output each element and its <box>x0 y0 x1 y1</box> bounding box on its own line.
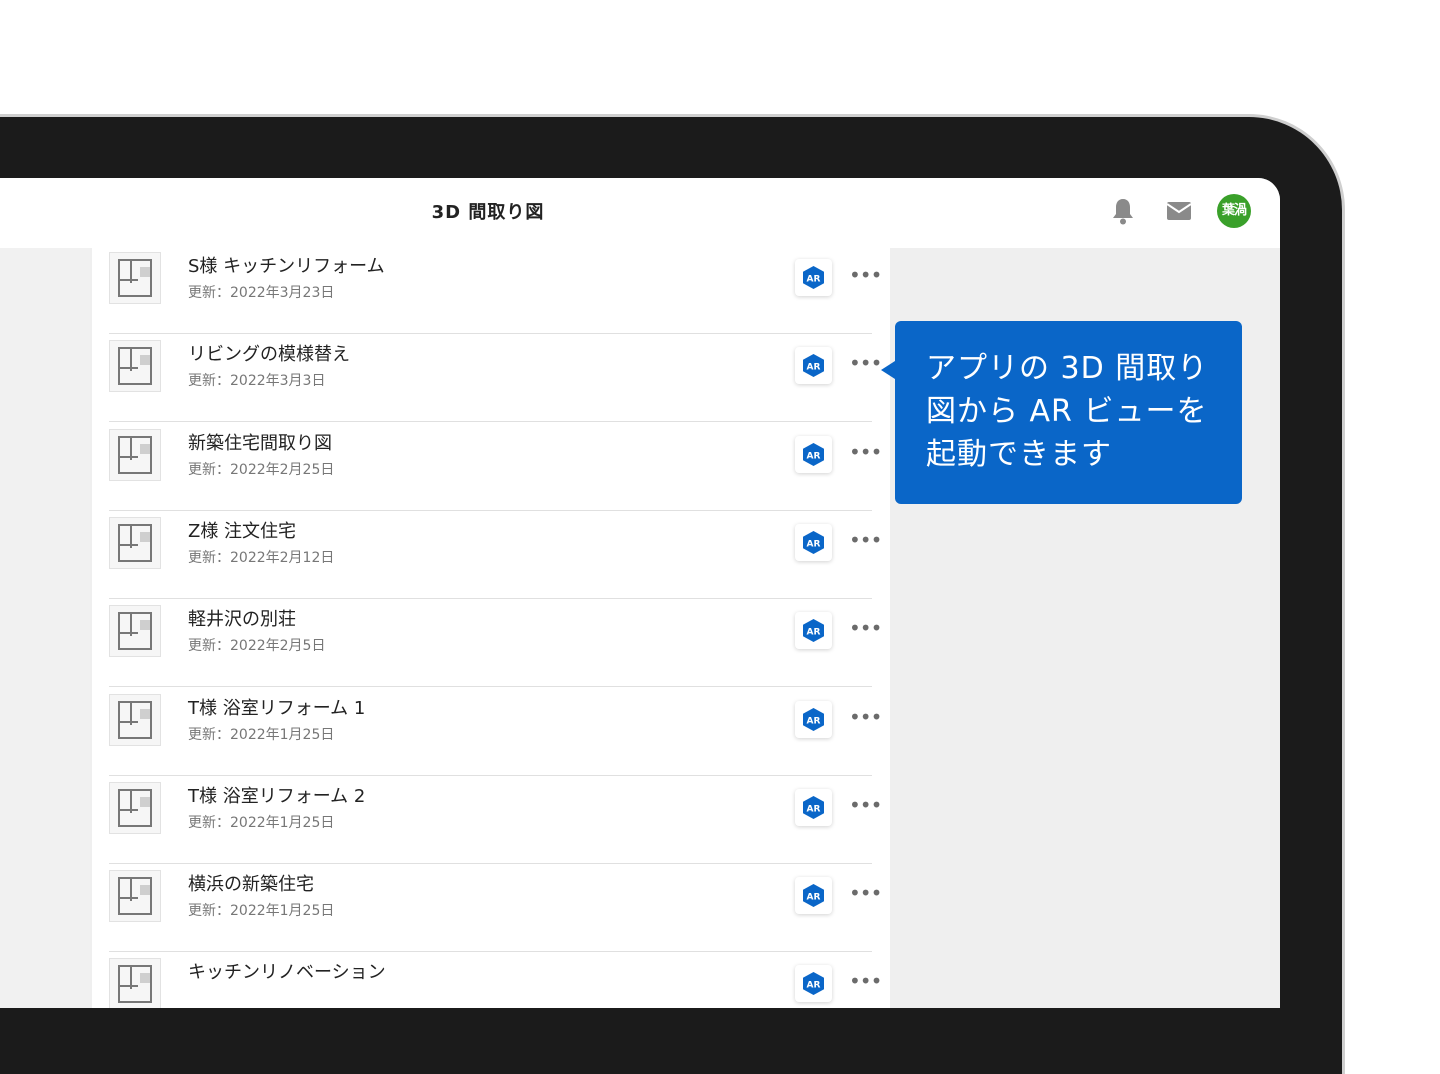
ar-view-button[interactable]: AR <box>795 965 832 1003</box>
item-updated-date: 更新：2022年3月3日 <box>188 373 326 390</box>
more-icon[interactable]: ••• <box>849 966 882 996</box>
svg-text:AR: AR <box>807 628 821 638</box>
callout-line: アプリの 3D 間取り <box>926 351 1209 386</box>
item-title[interactable]: 横浜の新築住宅 <box>188 870 314 896</box>
item-title[interactable]: 新築住宅間取り図 <box>188 429 332 455</box>
item-updated-date: 更新：2022年1月25日 <box>188 903 335 920</box>
callout-line: 起動できます <box>926 437 1112 472</box>
ar-view-button[interactable]: AR <box>795 347 832 385</box>
svg-text:AR: AR <box>807 363 821 373</box>
floorplan-thumbnail[interactable] <box>109 605 161 658</box>
avatar[interactable]: 葉渦 <box>1217 194 1251 228</box>
item-updated-date: 更新：2022年3月23日 <box>188 285 335 301</box>
callout-line: 図から AR ビューを <box>926 394 1208 429</box>
list-item[interactable]: キッチンリノベーション AR ••• <box>109 952 882 1008</box>
more-icon[interactable]: ••• <box>849 613 882 643</box>
floorplan-thumbnail[interactable] <box>109 340 161 393</box>
more-icon[interactable]: ••• <box>849 348 882 378</box>
more-icon[interactable]: ••• <box>849 702 882 732</box>
floorplan-thumbnail[interactable] <box>109 958 161 1008</box>
ar-view-button[interactable]: AR <box>795 259 832 296</box>
ar-icon: AR <box>803 795 824 819</box>
bell-icon[interactable] <box>1110 197 1136 225</box>
more-icon[interactable]: ••• <box>849 260 882 290</box>
item-title[interactable]: Z様 注文住宅 <box>188 517 296 543</box>
ar-view-button[interactable]: AR <box>795 700 832 738</box>
floorplan-thumbnail[interactable] <box>109 781 161 834</box>
svg-text:AR: AR <box>807 893 821 903</box>
more-icon[interactable]: ••• <box>849 525 882 555</box>
top-bar: 3D 間取り図 葉渦 <box>0 178 1280 248</box>
item-title[interactable]: T様 浴室リフォーム 1 <box>188 694 365 720</box>
more-icon[interactable]: ••• <box>849 437 882 467</box>
ar-icon: AR <box>803 530 824 554</box>
svg-text:AR: AR <box>807 804 821 814</box>
floorplan-thumbnail[interactable] <box>109 693 161 746</box>
ar-view-button[interactable]: AR <box>795 612 832 650</box>
list-item[interactable]: T様 浴室リフォーム 1 更新：2022年1月25日 AR ••• <box>109 688 882 776</box>
item-updated-date: 更新：2022年1月25日 <box>188 814 335 831</box>
list-item[interactable]: 軽井沢の別荘更新：2022年2月5日 AR ••• <box>109 599 882 688</box>
ar-view-button[interactable]: AR <box>795 877 832 915</box>
ar-icon: AR <box>803 619 824 643</box>
item-title[interactable]: T様 浴室リフォーム 2 <box>188 782 365 808</box>
list-item[interactable]: リビングの模様替え更新：2022年3月3日 AR ••• <box>109 334 882 423</box>
list-item[interactable]: T様 浴室リフォーム 2 更新：2022年1月25日 AR ••• <box>109 776 882 864</box>
ar-view-button[interactable]: AR <box>795 435 832 473</box>
svg-text:AR: AR <box>807 451 821 461</box>
item-updated-date: 更新：2022年2月25日 <box>188 461 335 478</box>
ar-icon: AR <box>803 354 824 378</box>
list-item[interactable]: 横浜の新築住宅更新：2022年1月25日 AR ••• <box>109 864 882 953</box>
item-title[interactable]: 軽井沢の別荘 <box>188 605 296 631</box>
svg-text:AR: AR <box>807 275 821 285</box>
list-item[interactable]: 新築住宅間取り図更新：2022年2月25日 AR ••• <box>109 423 882 511</box>
item-title[interactable]: キッチンリノベーション <box>188 958 386 984</box>
mail-icon[interactable] <box>1166 200 1192 222</box>
floorplan-thumbnail[interactable] <box>109 252 161 304</box>
info-callout: アプリの 3D 間取り 図から AR ビューを 起動できます <box>881 321 1242 504</box>
page-title: 3D 間取り図 <box>431 202 545 223</box>
ar-icon: AR <box>803 442 824 466</box>
ar-view-button[interactable]: AR <box>795 788 832 826</box>
floorplan-thumbnail[interactable] <box>109 516 161 569</box>
ar-icon: AR <box>803 884 824 908</box>
ar-view-button[interactable]: AR <box>795 523 832 561</box>
more-icon[interactable]: ••• <box>849 790 882 820</box>
ar-icon: AR <box>803 972 824 996</box>
floorplan-thumbnail[interactable] <box>109 428 161 481</box>
list-item[interactable]: S様 キッチンリフォーム更新：2022年3月23日 AR ••• <box>109 246 882 334</box>
floorplan-list: S様 キッチンリフォーム 更新：2022年3月23日 AR ••• リビングの模様替え更… <box>92 248 890 1008</box>
ar-icon: AR <box>803 707 824 731</box>
item-updated-date: 更新：2022年2月12日 <box>188 549 335 566</box>
svg-text:AR: AR <box>807 539 821 549</box>
item-title[interactable]: S様 キッチンリフォーム <box>188 252 385 278</box>
item-title[interactable]: リビングの模様替え <box>188 340 350 366</box>
app-screen: 3D 間取り図 葉渦 S様 キッチンリフォーム更新：2022年3月23日 AR ••… <box>0 178 1280 1008</box>
left-sidebar <box>0 248 90 1008</box>
item-updated-date: 更新：2022年1月25日 <box>188 726 335 743</box>
svg-text:AR: AR <box>807 716 821 726</box>
more-icon[interactable]: ••• <box>849 878 882 908</box>
ar-icon: AR <box>803 266 824 289</box>
floorplan-thumbnail[interactable] <box>109 870 161 923</box>
item-updated-date: 更新：2022年2月5日 <box>188 638 326 655</box>
list-item[interactable]: Z様 注文住宅更新：2022年2月12日 AR ••• <box>109 511 882 599</box>
svg-text:AR: AR <box>807 981 821 991</box>
